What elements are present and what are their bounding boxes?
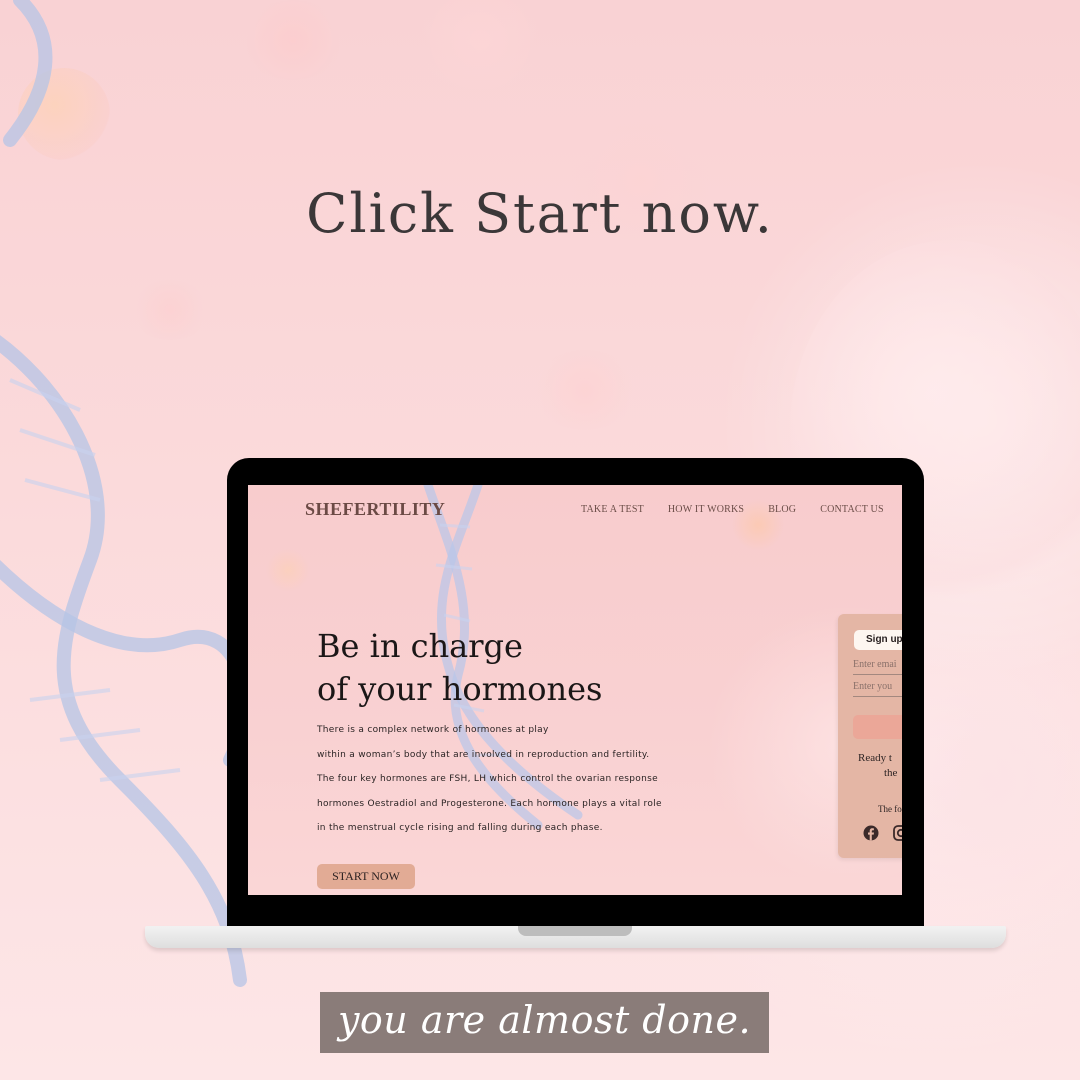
start-now-button[interactable]: START NOW [317, 864, 415, 889]
ready-text: Ready t the [858, 751, 902, 781]
nav-item-blog[interactable]: BLOG [768, 504, 796, 515]
name-field[interactable] [853, 676, 902, 697]
caption-text: you are almost done. [337, 998, 752, 1042]
laptop-hinge-notch [518, 926, 632, 936]
hero-title-line: Be in charge [317, 627, 523, 665]
ready-text-line: the [884, 767, 898, 779]
signup-submit-button[interactable] [853, 715, 902, 739]
nav-item-take-a-test[interactable]: TAKE A TEST [581, 504, 644, 515]
signup-tab[interactable]: Sign up [854, 630, 902, 650]
instagram-icon[interactable] [893, 825, 902, 841]
signup-panel: Sign up Ready t the The fo [838, 614, 902, 858]
hero-description-line: There is a complex network of hormones a… [317, 725, 549, 735]
hero-description-line: in the menstrual cycle rising and fallin… [317, 823, 603, 833]
hero-description-line: within a woman’s body that are involved … [317, 749, 650, 760]
nav-item-how-it-works[interactable]: HOW IT WORKS [668, 504, 744, 515]
main-navigation: TAKE A TEST HOW IT WORKS BLOG CONTACT US… [581, 504, 902, 515]
ready-text-line: Ready t [858, 752, 892, 764]
email-field[interactable] [853, 654, 902, 675]
hero-title-line: of your hormones [317, 670, 603, 708]
hero-description: There is a complex network of hormones a… [317, 725, 662, 848]
nav-item-contact-us[interactable]: CONTACT US [820, 504, 884, 515]
site-logo[interactable]: SHEFERTILITY [305, 499, 445, 520]
caption-banner: you are almost done. [320, 992, 769, 1053]
facebook-icon[interactable] [863, 825, 879, 841]
follow-text: The fo [878, 804, 902, 814]
hero-description-line: The four key hormones are FSH, LH which … [317, 774, 658, 784]
laptop-screen: SHEFERTILITY TAKE A TEST HOW IT WORKS BL… [248, 485, 902, 895]
poster-headline: Click Start now. [306, 182, 774, 245]
hero-title: Be in charge of your hormones [317, 625, 602, 711]
hero-description-line: hormones Oestradiol and Progesterone. Ea… [317, 798, 662, 809]
